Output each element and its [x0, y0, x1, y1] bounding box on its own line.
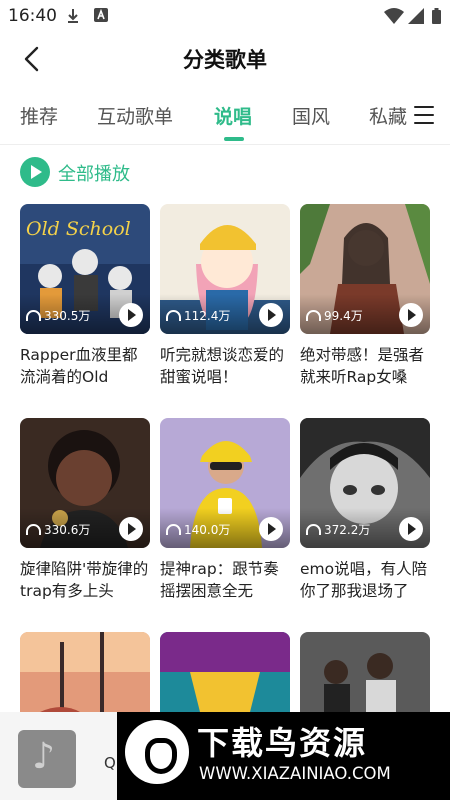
headphones-icon [166, 310, 181, 321]
tab-interactive-playlists[interactable]: 互动歌单 [97, 102, 173, 129]
play-circle-icon [20, 157, 50, 187]
play-button-icon[interactable] [399, 517, 423, 541]
play-count: 112.4万 [166, 307, 230, 324]
headphones-icon [306, 310, 321, 321]
playlist-title: Rapper血液里都流淌着的Old [20, 346, 138, 386]
headphones-icon [166, 524, 181, 535]
play-all-label: 全部播放 [58, 164, 130, 185]
play-count: 99.4万 [306, 307, 363, 324]
headphones-icon [26, 524, 41, 535]
cover-text: Old School [26, 218, 131, 240]
watermark-text: 下载鸟资源 [197, 724, 368, 762]
playlist-cover: 140.0万 [160, 418, 290, 548]
category-tabs: 推荐 互动歌单 说唱 国风 私藏 [0, 94, 450, 144]
headphones-icon [26, 310, 41, 321]
battery-icon [432, 8, 441, 24]
play-button-icon[interactable] [119, 517, 143, 541]
tab-guofeng[interactable]: 国风 [292, 102, 330, 129]
playlist-card[interactable]: 112.4万 听完就想谈恋爱的甜蜜说唱！ [160, 204, 290, 388]
watermark-url: WWW.XIAZAINIAO.COM [199, 764, 391, 783]
play-count: 330.5万 [26, 307, 90, 324]
playlist-cover: 372.2万 [300, 418, 430, 548]
play-button-icon[interactable] [399, 303, 423, 327]
playlist-cover: Old School 330.5万 [20, 204, 150, 334]
playlist-cover: 99.4万 [300, 204, 430, 334]
play-count: 140.0万 [166, 521, 230, 538]
playlist-cover: 330.6万 [20, 418, 150, 548]
bird-logo-icon [125, 720, 189, 784]
download-icon [68, 9, 78, 23]
mini-player-title: Q [104, 754, 116, 772]
active-tab-indicator [224, 137, 244, 141]
headphones-icon [306, 524, 321, 535]
music-note-icon [18, 730, 76, 788]
wifi-icon [384, 8, 404, 24]
a-box-icon [94, 8, 108, 22]
play-count: 330.6万 [26, 521, 90, 538]
play-count: 372.2万 [306, 521, 370, 538]
page-title: 分类歌单 [183, 48, 267, 72]
playlist-title: 提神rap：跟节奏摇摆困意全无 [160, 560, 279, 600]
menu-icon[interactable] [414, 106, 434, 125]
playlist-card[interactable]: 140.0万 提神rap：跟节奏摇摆困意全无 [160, 418, 290, 602]
status-bar: 16:40 [0, 0, 450, 32]
tab-recommend[interactable]: 推荐 [20, 102, 58, 129]
tab-private[interactable]: 私藏 [369, 102, 407, 129]
playlist-title: emo说唱，有人陪你了那我退场了 [300, 560, 428, 600]
playlist-title: 绝对带感！是强者就来听Rap女嗓 [300, 346, 425, 386]
playlist-title: 听完就想谈恋爱的甜蜜说唱！ [160, 346, 285, 386]
playlist-card[interactable]: Old School 330.5万 Rapper血液里都流淌着的Old [20, 204, 150, 388]
play-button-icon[interactable] [259, 517, 283, 541]
play-button-icon[interactable] [259, 303, 283, 327]
tab-rap[interactable]: 说唱 [214, 102, 252, 129]
playlist-card[interactable]: 372.2万 emo说唱，有人陪你了那我退场了 [300, 418, 430, 602]
playlist-card[interactable]: 99.4万 绝对带感！是强者就来听Rap女嗓 [300, 204, 430, 388]
watermark-banner: 下载鸟资源 WWW.XIAZAINIAO.COM [117, 712, 450, 800]
playlist-card[interactable]: 330.6万 旋律陷阱'带旋律的trap有多上头 [20, 418, 150, 602]
header: 分类歌单 [0, 32, 450, 86]
play-button-icon[interactable] [119, 303, 143, 327]
status-time: 16:40 [8, 6, 57, 26]
playlist-title: 旋律陷阱'带旋律的trap有多上头 [20, 560, 149, 600]
playlist-cover: 112.4万 [160, 204, 290, 334]
signal-icon [408, 8, 424, 24]
divider [0, 144, 450, 145]
